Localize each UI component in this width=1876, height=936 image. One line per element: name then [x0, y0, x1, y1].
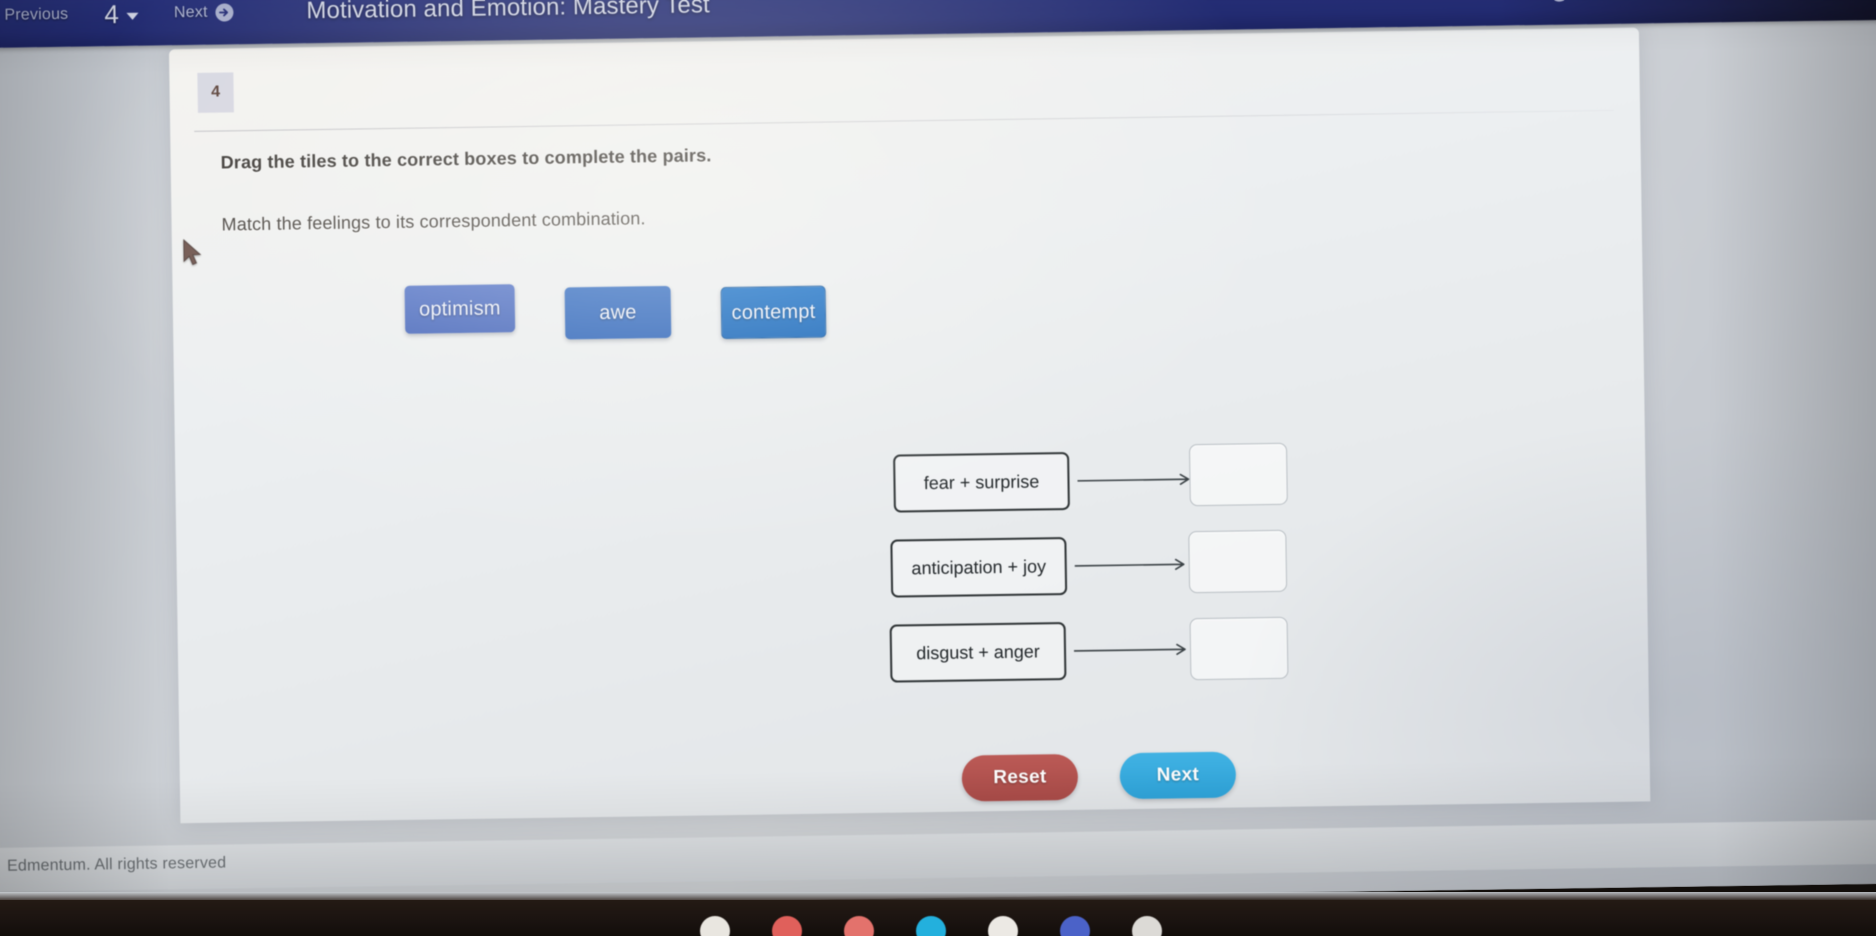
taskbar-icon[interactable]: [916, 916, 946, 936]
arrow-right-icon: [1073, 642, 1194, 658]
header-nav-right: Submit Test Tools i Info: [1527, 0, 1876, 25]
match-prompt: disgust + anger: [889, 622, 1067, 683]
match-row: fear + surprise: [887, 440, 1348, 532]
match-prompt: fear + surprise: [893, 451, 1070, 513]
tools-button[interactable]: Tools: [1689, 0, 1803, 23]
photograph-of-screen: Previous 4 Next Motivation and Emotion: …: [0, 0, 1876, 936]
previous-button-label: Previous: [4, 5, 69, 24]
chevron-down-icon: [125, 12, 139, 20]
screen-bottom-edge: [0, 892, 1876, 900]
taskbar-icons: [700, 916, 1162, 936]
draggable-tile[interactable]: optimism: [404, 284, 516, 334]
os-taskbar: [0, 900, 1876, 936]
screen-surface: Previous 4 Next Motivation and Emotion: …: [0, 0, 1876, 912]
arrow-right-icon: [1073, 557, 1193, 573]
instruction-secondary: Match the feelings to its correspondent …: [221, 208, 646, 235]
question-selector-number: 4: [104, 0, 120, 29]
page-title: Motivation and Emotion: Mastery Test: [306, 0, 710, 25]
question-selector[interactable]: 4: [86, 0, 157, 47]
page-footer: Edmentum. All rights reserved: [0, 819, 1876, 892]
submit-test-button[interactable]: Submit Test: [1527, 0, 1689, 25]
draggable-tile[interactable]: contempt: [720, 285, 827, 340]
header-divider: [194, 109, 1615, 132]
draggable-tile[interactable]: awe: [564, 285, 672, 340]
instruction-primary: Drag the tiles to the correct boxes to c…: [220, 145, 712, 173]
check-circle-icon: [1550, 0, 1570, 3]
match-rows-container: fear + surprise anticipation + joy disgu…: [887, 440, 1351, 702]
drop-target[interactable]: [1188, 442, 1288, 507]
info-button[interactable]: i Info: [1801, 0, 1876, 21]
arrow-right-icon: [1076, 472, 1197, 488]
drop-target[interactable]: [1188, 529, 1288, 594]
taskbar-icon[interactable]: [1132, 916, 1162, 936]
copyright-text: Edmentum. All rights reserved: [6, 854, 227, 875]
header-nav-left: Previous 4 Next: [0, 0, 253, 48]
match-prompt: anticipation + joy: [890, 537, 1068, 598]
taskbar-icon[interactable]: [700, 916, 730, 936]
mouse-cursor: [182, 238, 205, 274]
question-number-badge: 4: [197, 72, 234, 113]
match-row: anticipation + joy: [888, 525, 1349, 617]
previous-button[interactable]: Previous: [0, 0, 87, 48]
next-nav-button[interactable]: Next: [156, 0, 254, 45]
draggable-tiles-container: optimism awe contempt: [404, 275, 1025, 354]
next-button[interactable]: Next: [1119, 751, 1237, 800]
action-buttons: Reset Next: [961, 751, 1237, 802]
submit-test-label: Submit Test: [1579, 0, 1668, 2]
taskbar-icon[interactable]: [988, 916, 1018, 936]
arrow-right-circle-icon: [215, 2, 235, 22]
taskbar-icon[interactable]: [772, 916, 802, 936]
taskbar-icon[interactable]: [1060, 916, 1090, 936]
question-card: 4 Drag the tiles to the correct boxes to…: [168, 27, 1651, 824]
next-nav-label: Next: [173, 3, 208, 22]
taskbar-icon[interactable]: [844, 916, 874, 936]
match-row: disgust + anger: [889, 610, 1350, 702]
drop-target[interactable]: [1189, 616, 1289, 681]
reset-button[interactable]: Reset: [961, 753, 1079, 802]
